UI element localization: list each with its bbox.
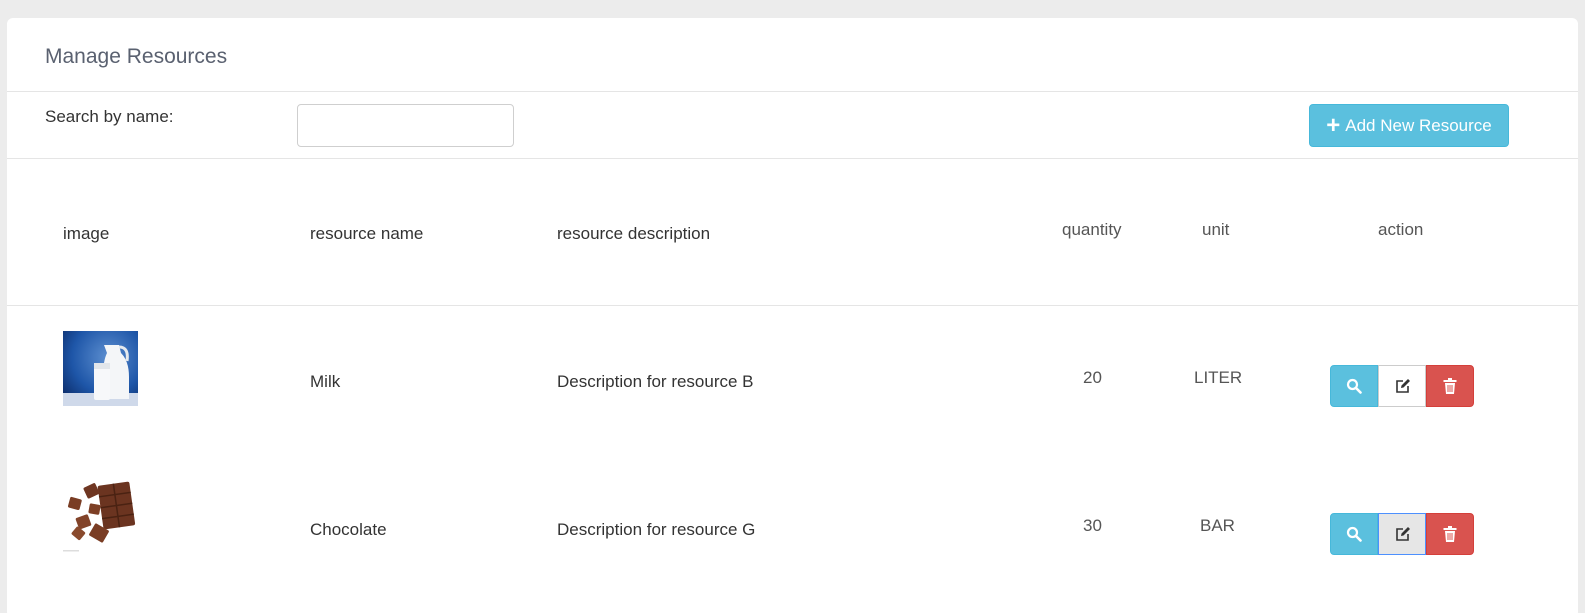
divider <box>7 91 1578 92</box>
resource-name: Chocolate <box>310 520 387 539</box>
divider <box>7 305 1578 306</box>
resource-name: Milk <box>310 372 341 391</box>
milk-image <box>63 331 138 406</box>
resource-quantity: 30 <box>1083 516 1102 535</box>
search-icon <box>1346 526 1362 542</box>
delete-button[interactable] <box>1426 365 1474 407</box>
plus-icon: + <box>1326 111 1341 139</box>
edit-button[interactable] <box>1378 513 1426 555</box>
resource-quantity: 20 <box>1083 368 1102 387</box>
column-header-quantity: quantity <box>1062 220 1122 239</box>
column-header-action: action <box>1378 220 1424 239</box>
row-actions <box>1330 513 1474 555</box>
edit-icon <box>1395 378 1410 393</box>
column-header-image: image <box>63 224 110 243</box>
resource-unit: BAR <box>1200 516 1235 535</box>
resource-description: Description for resource B <box>557 372 754 391</box>
view-button[interactable] <box>1330 365 1378 407</box>
resource-unit: LITER <box>1194 368 1243 387</box>
delete-button[interactable] <box>1426 513 1474 555</box>
edit-button[interactable] <box>1378 365 1426 407</box>
divider <box>7 158 1578 159</box>
column-header-description: resource description <box>557 224 711 243</box>
page-title: Manage Resources <box>45 45 228 68</box>
trash-icon <box>1443 378 1457 394</box>
search-label: Search by name: <box>45 107 174 126</box>
column-header-unit: unit <box>1202 220 1230 239</box>
edit-icon <box>1395 526 1410 541</box>
search-input[interactable] <box>297 104 514 147</box>
resource-description: Description for resource G <box>557 520 756 539</box>
search-icon <box>1346 378 1362 394</box>
view-button[interactable] <box>1330 513 1378 555</box>
add-new-resource-label: Add New Resource <box>1345 115 1492 135</box>
trash-icon <box>1443 526 1457 542</box>
column-header-name: resource name <box>310 224 424 243</box>
chocolate-image <box>63 480 138 555</box>
add-new-resource-button[interactable]: + Add New Resource <box>1309 104 1509 147</box>
row-actions <box>1330 365 1474 407</box>
resources-panel: Manage Resources Search by name: + Add N… <box>7 18 1578 613</box>
